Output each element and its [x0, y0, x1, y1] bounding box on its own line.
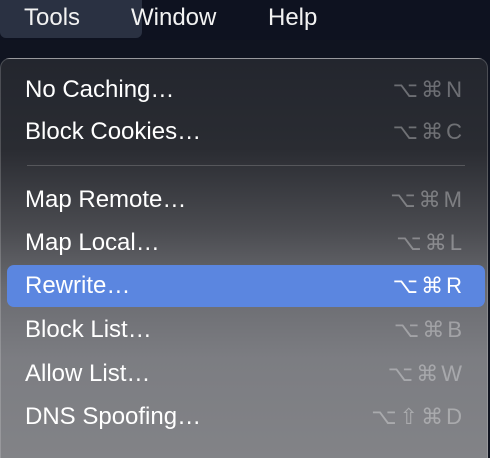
menu-item-map-local[interactable]: Map Local… ⌥⌘L	[7, 222, 485, 264]
menu-item-map-remote[interactable]: Map Remote… ⌥⌘M	[7, 179, 485, 221]
menu-item-shortcut: ⌥⌘R	[392, 273, 465, 298]
menu-item-block-list[interactable]: Block List… ⌥⌘B	[7, 309, 485, 351]
menubar-window[interactable]: Window	[131, 0, 238, 38]
menu-item-shortcut: ⌥⌘C	[392, 119, 465, 144]
menu-item-dns-spoofing[interactable]: DNS Spoofing… ⌥⇧⌘D	[7, 396, 485, 438]
menu-item-shortcut: ⌥⌘N	[392, 77, 465, 102]
menu-item-label: Block List…	[25, 316, 152, 343]
menu-item-label: No Caching…	[25, 76, 175, 103]
menu-item-shortcut: ⌥⇧⌘D	[371, 404, 465, 429]
menu-item-label: Map Local…	[25, 229, 160, 256]
menu-item-label: Map Remote…	[25, 186, 187, 213]
menu-item-allow-list[interactable]: Allow List… ⌥⌘W	[7, 353, 485, 395]
menu-item-shortcut: ⌥⌘B	[393, 317, 465, 342]
menubar-tools[interactable]: Tools	[0, 0, 142, 38]
menu-separator	[27, 165, 465, 166]
menu-item-label: Block Cookies…	[25, 118, 202, 145]
tools-dropdown-menu: No Caching… ⌥⌘N Block Cookies… ⌥⌘C Map R…	[0, 58, 488, 458]
menu-item-shortcut: ⌥⌘W	[387, 361, 465, 386]
menu-item-block-cookies[interactable]: Block Cookies… ⌥⌘C	[7, 111, 485, 153]
menu-item-label: Rewrite…	[25, 272, 131, 299]
menu-item-label: Allow List…	[25, 360, 151, 387]
menu-item-rewrite[interactable]: Rewrite… ⌥⌘R	[7, 265, 485, 307]
menu-item-shortcut: ⌥⌘M	[390, 187, 465, 212]
menu-item-label: DNS Spoofing…	[25, 403, 202, 430]
menu-bar: Tools Window Help	[0, 0, 490, 40]
menu-item-shortcut: ⌥⌘L	[396, 230, 465, 255]
menubar-help[interactable]: Help	[268, 0, 339, 38]
menu-item-no-caching[interactable]: No Caching… ⌥⌘N	[7, 69, 485, 111]
